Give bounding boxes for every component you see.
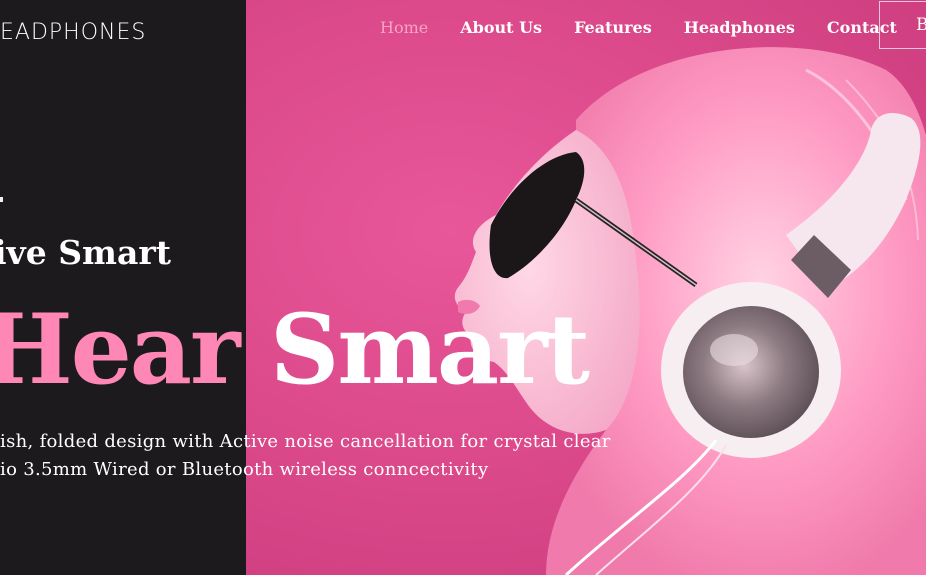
hero-headline: Hear Smart [0,299,590,401]
nav-item-about-us[interactable]: About Us [444,17,558,39]
headline-word-hear: Hear [0,293,241,406]
woman-with-headphones-illustration [454,47,926,575]
main-nav: Home About Us Features Headphones Contac… [380,17,913,39]
dark-side-panel [0,0,246,575]
nav-item-features[interactable]: Features [558,17,668,39]
headline-word-smart: Smart [269,293,590,406]
hero-description: lish, folded design with Active noise ca… [0,428,634,484]
hero-description-line-2: lio 3.5mm Wired or Bluetooth wireless co… [0,459,489,480]
nav-item-headphones[interactable]: Headphones [668,17,811,39]
slide-indicator [0,197,3,202]
page: EADPHONES Home About Us Features Headpho… [0,0,926,575]
nav-item-home[interactable]: Home [380,17,444,39]
hero-image [246,0,926,575]
hero-description-line-1: lish, folded design with Active noise ca… [0,431,611,452]
brand-logo[interactable]: EADPHONES [0,20,146,45]
nav-cta-button[interactable]: B [879,1,926,49]
hero-tagline: ive Smart [0,233,171,272]
